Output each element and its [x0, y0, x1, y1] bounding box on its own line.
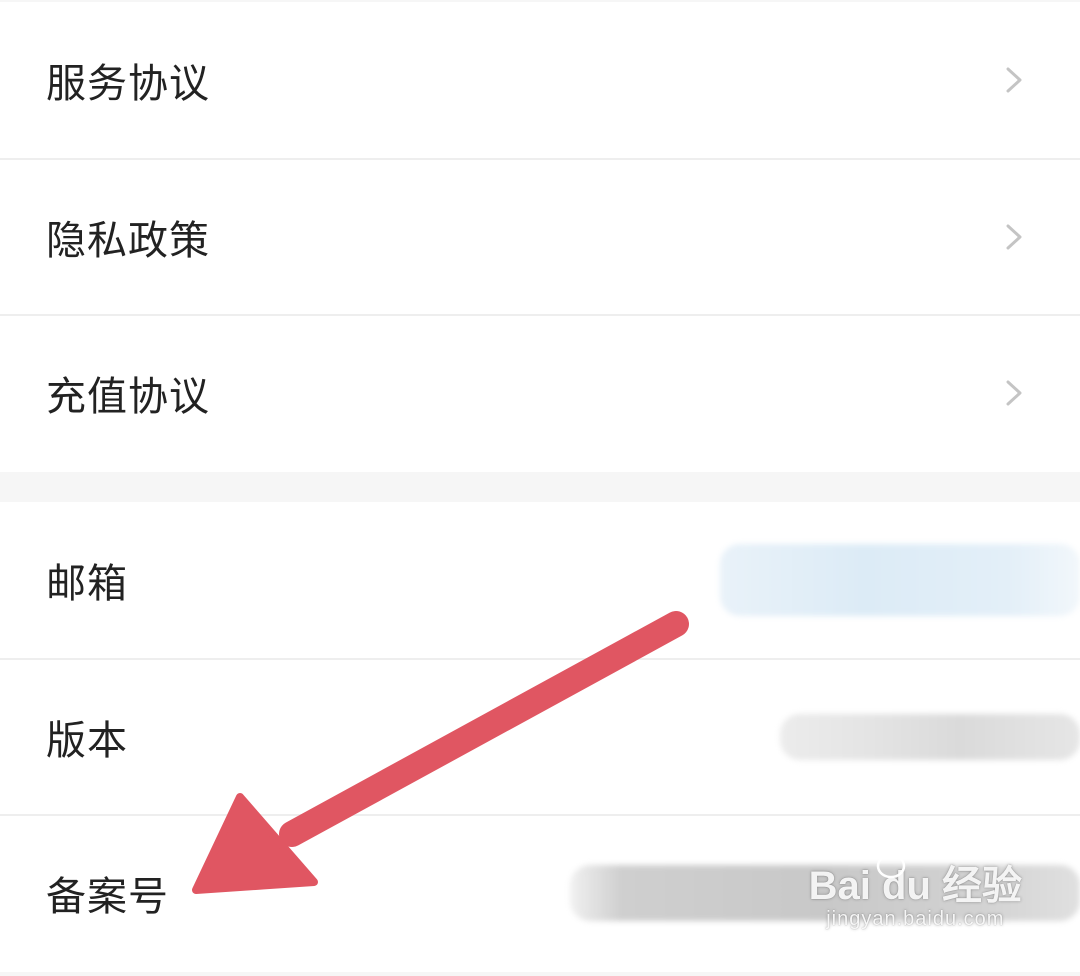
privacy-policy-row[interactable]: 隐私政策: [0, 158, 1080, 314]
email-value-redacted: [720, 544, 1080, 616]
settings-screen: 服务协议 隐私政策 充值协议 邮箱 版本 备案号 Bai du 经验 jingy…: [0, 0, 1080, 976]
record-number-label: 备案号: [46, 874, 169, 920]
version-row: 版本: [0, 658, 1080, 814]
chevron-right-icon: [1006, 67, 1022, 93]
version-label: 版本: [46, 718, 128, 764]
recharge-agreement-row[interactable]: 充值协议: [0, 314, 1080, 470]
service-agreement-label: 服务协议: [46, 61, 210, 107]
baidu-watermark: Bai du 经验 jingyan.baidu.com: [809, 830, 1022, 930]
recharge-agreement-label: 充值协议: [46, 374, 210, 420]
chevron-right-icon: [1006, 224, 1022, 250]
paw-icon: [867, 830, 914, 879]
agreements-group: 服务协议 隐私政策 充值协议: [0, 2, 1080, 472]
service-agreement-row[interactable]: 服务协议: [0, 2, 1080, 158]
privacy-policy-label: 隐私政策: [46, 218, 210, 264]
email-row: 邮箱: [0, 502, 1080, 658]
version-value-redacted: [780, 714, 1080, 760]
watermark-url: jingyan.baidu.com: [826, 908, 1005, 930]
email-label: 邮箱: [46, 561, 128, 607]
chevron-right-icon: [1006, 380, 1022, 406]
